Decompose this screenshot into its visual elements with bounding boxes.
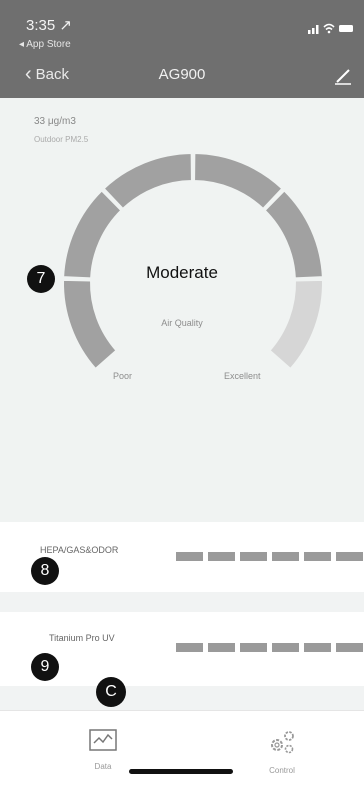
filter-level-bar [304,643,331,652]
filter-level-bar [336,643,363,652]
filter-level-bar [240,552,267,561]
bottom-tab-bar: Data Control [0,710,364,788]
home-indicator [129,769,233,774]
top-header: 3:35 ↗ ◂ App Store ‹ Back AG900 [0,0,364,98]
filter-level-bar [272,552,299,561]
gauge-segment [193,151,284,211]
tab-data[interactable]: Data [73,729,133,771]
filter-level-bar [304,552,331,561]
tab-data-label: Data [94,762,112,771]
filter-level-bar [176,643,203,652]
filter-level-bar [176,552,203,561]
tab-control-label: Control [269,766,295,775]
filter-level-bars-hepa [176,552,363,561]
edit-icon[interactable] [332,64,354,86]
gauge-excellent-label: Excellent [224,371,261,381]
air-quality-panel: 33 μg/m3 Outdoor PM2.5 Moderate Air Qual… [0,98,364,522]
gauge-segment [102,151,193,211]
status-icons [308,22,354,37]
filter-name-uv: Titanium Pro UV [49,633,115,643]
card-divider [0,686,364,710]
filter-level-bar [272,643,299,652]
callout-badge-9: 9 [31,653,59,681]
app-store-back-link[interactable]: ◂ App Store [19,39,71,50]
page-title: AG900 [158,66,206,83]
filter-level-bar [240,643,267,652]
filter-level-bars-uv [176,643,363,652]
gauge-poor-label: Poor [113,371,133,381]
filter-level-bar [336,552,363,561]
filter-card-hepa[interactable]: HEPA/GAS&ODOR 8 [0,522,364,592]
callout-badge-c: C [96,677,126,707]
status-time: 3:35 ↗ [26,17,72,34]
gears-icon [271,731,294,754]
air-quality-gauge [62,151,324,371]
chart-icon [89,729,117,751]
air-quality-sublabel: Air Quality [161,318,203,328]
tab-control[interactable]: Control [252,729,312,775]
filter-card-uv[interactable]: Titanium Pro UV 9 [0,612,364,686]
filter-name-hepa: HEPA/GAS&ODOR [40,545,119,555]
filter-level-bar [208,552,235,561]
callout-badge-8: 8 [31,557,59,585]
card-divider [0,592,364,612]
signal-wifi-battery-icon [308,23,353,34]
callout-badge-7: 7 [27,265,55,293]
filter-level-bar [208,643,235,652]
